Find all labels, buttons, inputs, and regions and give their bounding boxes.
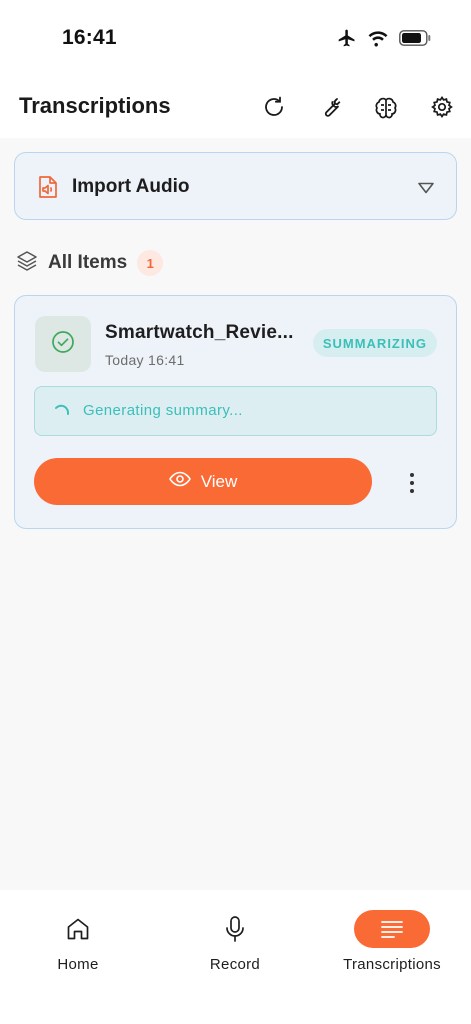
spinner-icon <box>53 402 71 425</box>
view-button[interactable]: View <box>34 458 372 505</box>
check-circle-icon <box>51 330 75 359</box>
chevron-down-icon <box>418 181 434 199</box>
tab-record[interactable]: Record <box>175 910 295 973</box>
refresh-icon[interactable] <box>261 94 287 120</box>
view-button-label: View <box>200 471 238 491</box>
audio-file-icon <box>37 174 59 205</box>
tab-bar: Home Record Transcriptions <box>0 890 471 1024</box>
layers-icon <box>16 250 38 277</box>
microphone-icon <box>197 910 273 948</box>
count-badge: 1 <box>137 250 164 276</box>
app-header: Transcriptions <box>0 72 471 138</box>
status-icons <box>337 28 431 53</box>
more-options-icon[interactable] <box>402 470 422 496</box>
brain-icon[interactable] <box>373 94 399 120</box>
list-item[interactable]: Smartwatch_Revie... Today 16:41 SUMMARIZ… <box>14 295 457 529</box>
lines-icon <box>354 910 430 948</box>
section-header: All Items 1 <box>16 248 164 278</box>
gear-icon[interactable] <box>429 94 455 120</box>
tab-home[interactable]: Home <box>18 910 138 973</box>
battery-icon <box>399 30 431 51</box>
item-date: Today 16:41 <box>105 352 185 368</box>
import-audio-label: Import Audio <box>72 176 190 197</box>
item-thumbnail <box>35 316 91 372</box>
item-name: Smartwatch_Revie... <box>105 322 294 343</box>
eye-icon <box>168 471 191 492</box>
progress-text: Generating summary... <box>83 402 243 419</box>
section-title: All Items <box>48 252 128 273</box>
wifi-icon <box>367 29 389 52</box>
status-time: 16:41 <box>62 26 117 49</box>
tab-transcriptions[interactable]: Transcriptions <box>332 910 452 973</box>
page-title: Transcriptions <box>19 93 171 118</box>
import-audio-dropdown[interactable]: Import Audio <box>14 152 457 220</box>
status-bar: 16:41 <box>0 0 471 72</box>
home-icon <box>40 910 116 948</box>
tab-record-label: Record <box>209 956 261 973</box>
tab-home-label: Home <box>57 956 99 973</box>
tab-transcriptions-label: Transcriptions <box>343 956 441 973</box>
progress-box: Generating summary... <box>34 386 437 436</box>
wrench-icon[interactable] <box>317 94 343 120</box>
airplane-icon <box>337 28 357 53</box>
status-badge: SUMMARIZING <box>312 329 437 357</box>
